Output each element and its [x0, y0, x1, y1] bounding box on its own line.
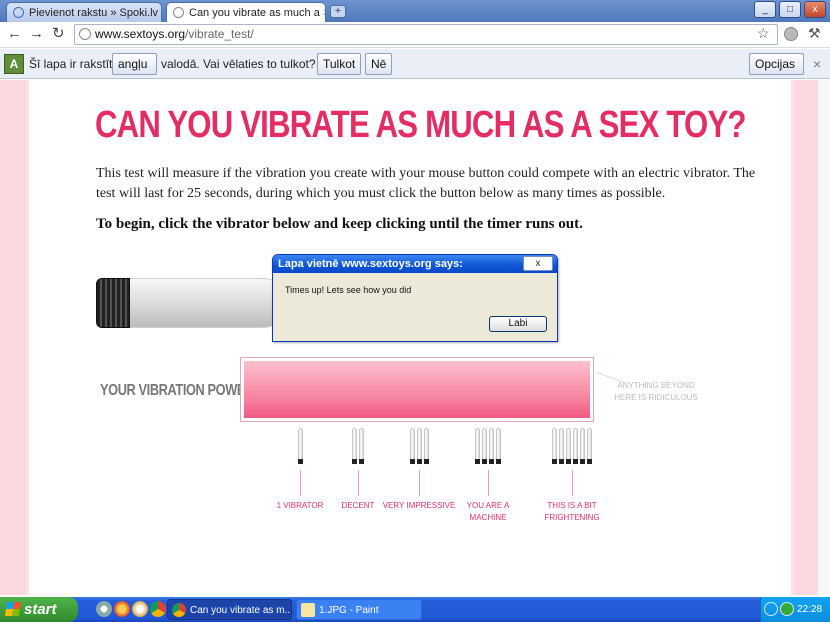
mini-vibrator-icon [573, 428, 578, 464]
firefox-icon[interactable] [114, 601, 130, 617]
tab-close-icon[interactable]: x [158, 7, 161, 18]
level-tick-line [572, 470, 573, 496]
page-title: CAN YOU VIBRATE AS MUCH AS A SEX TOY? [95, 104, 746, 146]
address-bar[interactable]: www.sextoys.org/vibrate_test/ [74, 24, 778, 45]
vibration-power-meter [240, 357, 594, 422]
spoki-favicon-icon [13, 7, 24, 18]
level-vibrator-group [297, 428, 303, 466]
vibration-power-label: YOUR VIBRATION POWER: [100, 382, 258, 399]
globe-favicon-icon [173, 7, 184, 18]
task-label: 1.JPG - Paint [319, 605, 379, 616]
alert-dialog: Lapa vietnē www.sextoys.org says: x Time… [272, 254, 558, 342]
translate-text-before: Šī lapa ir rakstīta [29, 57, 120, 71]
bookmark-star-icon[interactable]: ☆ [757, 25, 770, 42]
dialog-ok-button[interactable]: Labi [489, 316, 547, 332]
translate-infobar: A Šī lapa ir rakstīta angļu ▼ valodā. Va… [0, 49, 830, 90]
mini-vibrator-icon [482, 428, 487, 464]
intro-text: This test will measure if the vibration … [96, 166, 756, 201]
level-tick-line [419, 470, 420, 496]
network-icon[interactable] [780, 602, 794, 616]
mini-vibrator-icon [587, 428, 592, 464]
tab-close-icon[interactable]: x [320, 7, 325, 18]
taskbar-task-paint[interactable]: 1.JPG - Paint [296, 599, 422, 620]
level-vibrator-group [409, 428, 429, 466]
tray-arrow-icon[interactable] [764, 602, 778, 616]
options-label: Opcijas [755, 57, 796, 71]
mini-vibrator-icon [489, 428, 494, 464]
vibrator-click-button[interactable] [128, 278, 288, 328]
windows-logo-icon [5, 602, 21, 616]
level-vibrator-group [552, 428, 592, 466]
forward-arrow-icon[interactable]: → [29, 26, 44, 42]
start-button[interactable]: start [0, 597, 78, 622]
chrome-icon[interactable] [150, 601, 166, 617]
task-label: Can you vibrate as m... [190, 605, 292, 616]
mini-vibrator-icon [475, 428, 480, 464]
dialog-close-button[interactable]: x [523, 256, 553, 271]
reload-icon[interactable]: ↻ [52, 26, 65, 42]
beyond-ridiculous-note: ANYTHING BEYOND HERE IS RIDICULOUS [614, 381, 698, 402]
level-label: THIS IS A BIT FRIGHTENING [544, 501, 600, 522]
mini-vibrator-icon [566, 428, 571, 464]
language-value: angļu [118, 57, 148, 71]
language-select[interactable]: angļu ▼ [112, 53, 157, 90]
vibrator-cap[interactable] [96, 278, 130, 328]
system-tray: 22:28 [760, 597, 830, 622]
level-tick-line [300, 470, 301, 496]
maximize-button[interactable]: □ [779, 1, 801, 18]
mini-vibrator-icon [423, 428, 429, 464]
mini-vibrator-icon [552, 428, 557, 464]
chrome-icon [172, 603, 186, 617]
mini-vibrator-icon [352, 428, 357, 464]
level-label: VERY IMPRESSIVE [382, 501, 456, 510]
tab-spoki[interactable]: Pievienot rakstu » Spoki.lv x [6, 2, 162, 22]
vibration-power-fill [244, 361, 590, 418]
level-vibrator-group [475, 428, 501, 466]
app-icon[interactable] [132, 601, 148, 617]
mini-vibrator-icon [416, 428, 422, 464]
tab-vibrate-test[interactable]: Can you vibrate as much a x [166, 2, 326, 22]
dialog-title: Lapa vietnē www.sextoys.org says: [273, 255, 557, 273]
tab-label: Pievienot rakstu » Spoki.lv [29, 6, 159, 19]
new-tab-button[interactable]: + [330, 5, 346, 18]
mini-vibrator-icon [559, 428, 564, 464]
translate-options-button[interactable]: Opcijas ▼ [749, 53, 804, 90]
minimize-button[interactable]: _ [754, 1, 776, 18]
mini-vibrator-icon [580, 428, 585, 464]
no-translate-button[interactable]: Nē [365, 53, 393, 75]
mini-vibrator-icon [297, 428, 303, 464]
level-vibrator-group [352, 428, 364, 466]
mini-vibrator-icon [496, 428, 501, 464]
start-label: start [24, 601, 57, 618]
extension-icon[interactable] [784, 27, 798, 41]
page-info-icon [79, 28, 91, 40]
translate-icon: A [4, 54, 24, 74]
clock: 22:28 [797, 604, 823, 615]
tab-strip: Pievienot rakstu » Spoki.lv x Can you vi… [0, 0, 830, 22]
translate-button[interactable]: Tulkot [317, 53, 362, 75]
url-host: www.sextoys.org [95, 27, 186, 41]
vertical-scrollbar[interactable] [817, 80, 830, 595]
level-tick-line [488, 470, 489, 496]
wrench-menu-icon[interactable]: ⚒ [808, 25, 821, 42]
instruction-text: To begin, click the vibrator below and k… [96, 216, 583, 232]
infobar-close-icon[interactable]: × [813, 49, 821, 79]
paint-icon [301, 603, 315, 617]
dialog-message: Times up! Lets see how you did [285, 285, 412, 295]
level-label: YOU ARE A MACHINE [466, 501, 510, 522]
taskbar-task-chrome[interactable]: Can you vibrate as m... [167, 599, 292, 620]
url-path: /vibrate_test/ [185, 27, 254, 41]
show-desktop-icon[interactable] [96, 601, 112, 617]
windows-taskbar: start Can you vibrate as m... 1.JPG - Pa… [0, 597, 830, 622]
close-window-button[interactable]: x [804, 1, 826, 18]
browser-toolbar: ← → ↻ www.sextoys.org/vibrate_test/ ☆ ⚒ [0, 22, 830, 48]
translate-text-after: valodā. Vai vēlaties to tulkot? [161, 57, 316, 71]
back-arrow-icon[interactable]: ← [7, 26, 22, 42]
tab-label: Can you vibrate as much a [189, 6, 320, 19]
mini-vibrator-icon [409, 428, 415, 464]
level-tick-line [358, 470, 359, 496]
mini-vibrator-icon [359, 428, 364, 464]
